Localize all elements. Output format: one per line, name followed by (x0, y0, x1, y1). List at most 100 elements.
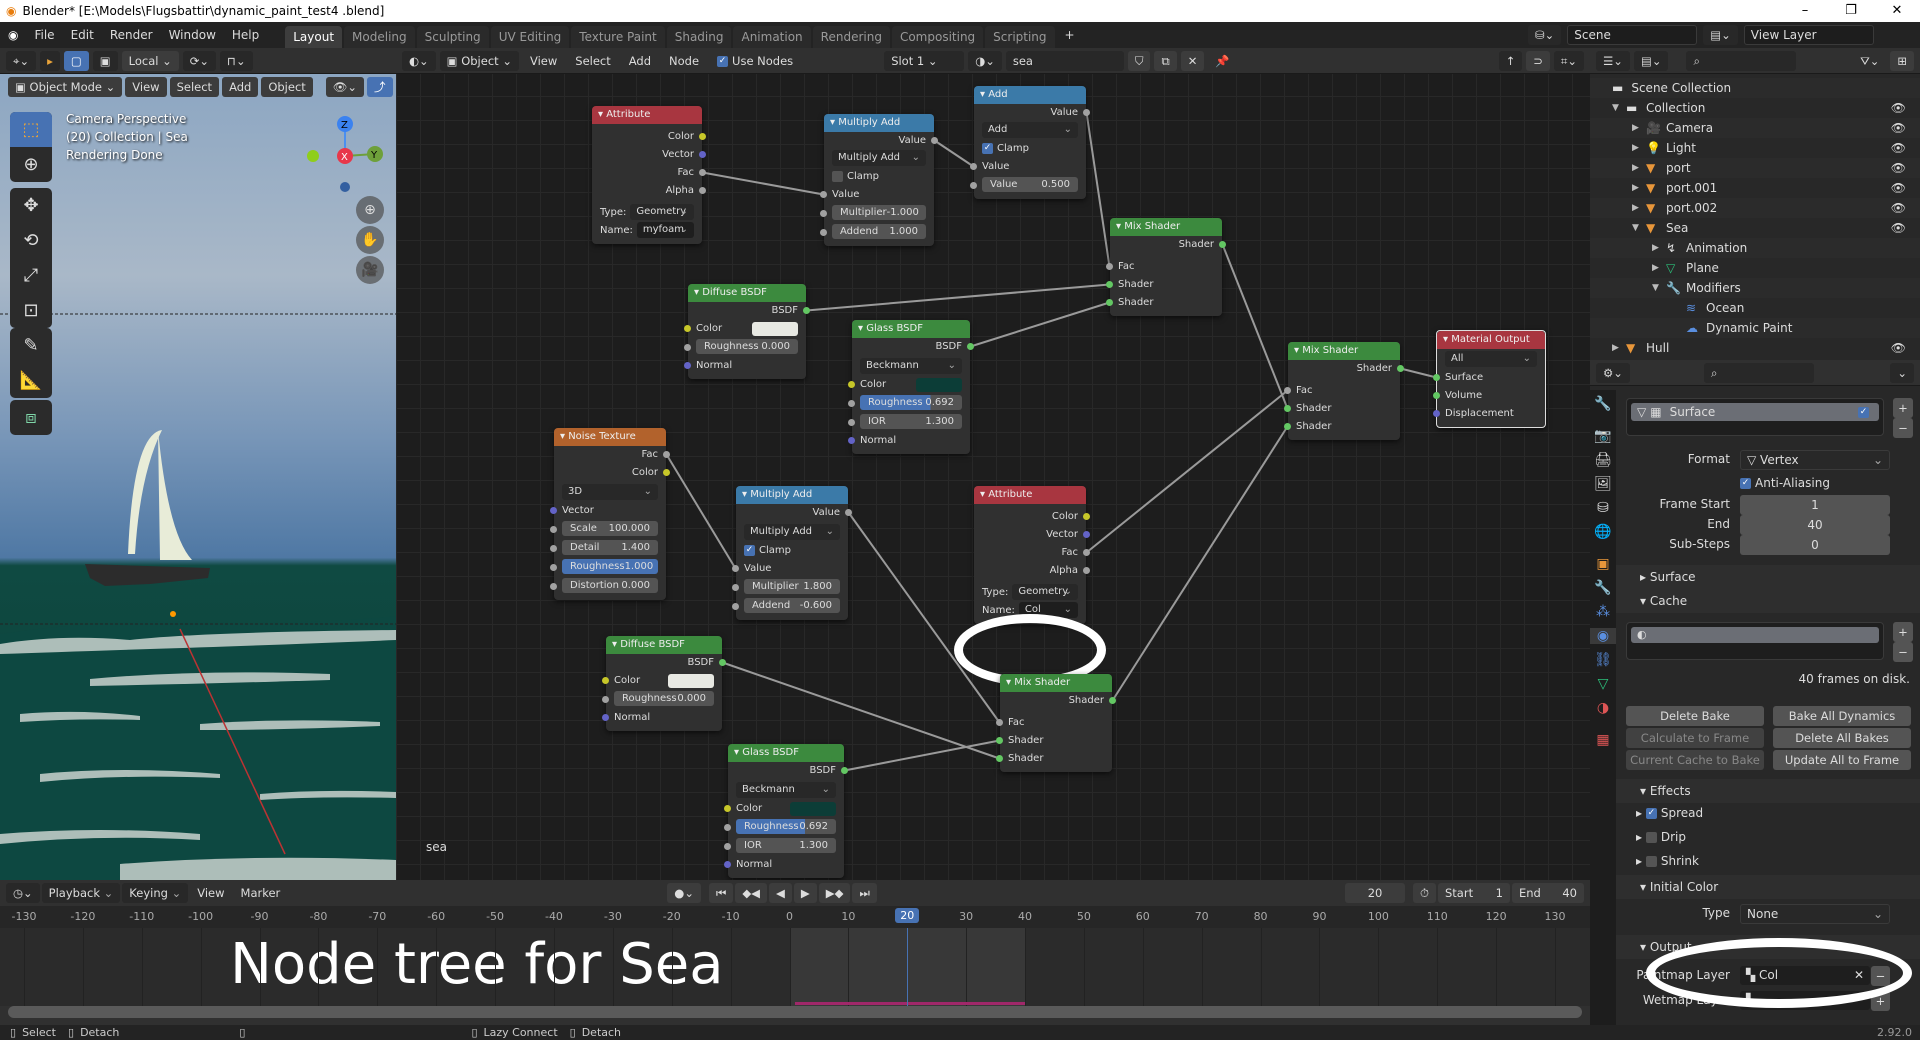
roughness-slider[interactable]: Roughness 1.000 (562, 559, 658, 574)
outliner-item-port-001[interactable]: ▶ ▼ port.001 👁 (1590, 178, 1920, 198)
node-title[interactable]: ▾ Noise Texture (554, 428, 666, 446)
select-tool-icon[interactable]: ▸ (40, 50, 60, 71)
delete-bake-button[interactable]: Delete Bake (1626, 706, 1764, 726)
add-workspace-button[interactable]: + (1057, 22, 1083, 48)
name-field[interactable]: myfoam (636, 222, 694, 238)
initial-color-section-header[interactable]: ▾ Initial Color (1616, 875, 1920, 899)
roughness-field[interactable]: Roughness 0.000 (614, 691, 714, 706)
material-name-field[interactable]: sea (1005, 50, 1124, 71)
clamp-checkbox[interactable]: ✓ Clamp (974, 140, 1086, 158)
outliner-item-port[interactable]: ▶ ▼ port 👁 (1590, 158, 1920, 178)
material-browse-icon[interactable]: ◑⌄ (968, 50, 1002, 71)
diffuse-bsdf-node-1[interactable]: ▾ Diffuse BSDF BSDF Color Roughness 0.000… (684, 284, 810, 379)
node-title[interactable]: ▾ Diffuse BSDF (606, 636, 722, 654)
material-output-node[interactable]: ▾ Material Output All Surface Volume Dis… (1433, 330, 1546, 428)
data-tab-icon[interactable]: ▽ (1598, 676, 1609, 692)
visibility-eye-icon[interactable]: 👁 (1891, 138, 1906, 158)
outliner-editor-type-icon[interactable]: ☰⌄ (1596, 50, 1630, 71)
object-tab-icon[interactable]: ▣ (1596, 556, 1609, 572)
blender-menu-icon[interactable]: ◉ (0, 22, 26, 48)
color-swatch[interactable] (790, 802, 836, 816)
collapse-arrow-icon[interactable]: ▼ (1632, 218, 1646, 238)
collapse-arrow-icon[interactable]: ▼ (1652, 278, 1666, 298)
expand-arrow-icon[interactable]: ▶ (1632, 198, 1646, 218)
node-title[interactable]: ▾ Mix Shader (1288, 342, 1400, 360)
move-tool-icon[interactable]: ✥ (10, 188, 52, 223)
node-link-mix1-to-mix2[interactable] (1221, 244, 1289, 409)
node-menu-node[interactable]: Node (662, 51, 706, 71)
playhead-label[interactable]: 20 (895, 908, 920, 923)
node-editor-type-icon[interactable]: ◐⌄ (402, 50, 436, 71)
visibility-eye-icon[interactable]: 👁 (1891, 338, 1906, 358)
socket[interactable] (820, 191, 827, 198)
outliner-item-ocean[interactable]: ≋ Ocean (1590, 298, 1920, 318)
menu-window[interactable]: Window (161, 22, 224, 48)
tab-compositing[interactable]: Compositing (891, 26, 984, 48)
node-link-mix2-to-output[interactable] (1400, 367, 1437, 379)
multiply-add-node-1[interactable]: ▾ Multiply Add Value Multiply Add Clamp … (820, 114, 938, 246)
socket[interactable] (803, 307, 810, 314)
visibility-eye-icon[interactable]: 👁 (1891, 158, 1906, 178)
cursor-tool-icon[interactable]: ⊕ (10, 147, 52, 182)
particles-tab-icon[interactable]: ⁂ (1596, 604, 1610, 620)
outliner-item-plane[interactable]: ▶ ▽ Plane (1590, 258, 1920, 278)
expand-arrow-icon[interactable]: ▶ (1632, 158, 1646, 178)
node-link-glass1-to-mix1[interactable] (970, 301, 1110, 348)
socket[interactable] (699, 133, 706, 140)
transform-tool-icon[interactable]: ⊡ (10, 293, 52, 328)
view-layer-selector-icon[interactable]: ▤⌄ (1703, 25, 1738, 45)
node-menu-add[interactable]: Add (622, 51, 658, 71)
ior-field[interactable]: IOR 1.300 (736, 838, 836, 853)
socket[interactable] (732, 603, 739, 610)
addend-field[interactable]: Addend 1.000 (832, 224, 926, 239)
clamp-checkbox[interactable]: ✓ Clamp (736, 542, 848, 560)
scene-selector-icon[interactable]: ⛁⌄ (1528, 25, 1562, 45)
socket[interactable] (1284, 423, 1291, 430)
operation-dropdown[interactable]: Multiply Add (832, 150, 926, 166)
outliner-item-animation[interactable]: ▶ ↯ Animation (1590, 238, 1920, 258)
bake-all-dynamics-button[interactable]: Bake All Dynamics (1773, 706, 1911, 726)
mix-shader-node-2[interactable]: ▾ Mix Shader Shader Fac Shader Shader (1284, 342, 1404, 440)
socket[interactable] (684, 344, 691, 351)
multiply-add-node-2[interactable]: ▾ Multiply Add Value Multiply Add ✓ Clamp… (732, 486, 852, 620)
tab-modeling[interactable]: Modeling (344, 26, 415, 48)
attribute-node-col[interactable]: ▾ Attribute Color Vector Fac Alpha Type:… (974, 486, 1090, 624)
socket[interactable] (1106, 263, 1113, 270)
socket[interactable] (1109, 697, 1116, 704)
addend-field[interactable]: Addend -0.600 (744, 598, 840, 613)
tab-animation[interactable]: Animation (733, 26, 811, 48)
socket[interactable] (663, 469, 670, 476)
socket[interactable] (848, 381, 855, 388)
timeline-ruler[interactable]: -130 -120 -110 -100 -90 -80 -70 -60 -50 -40 -30 -20… (0, 906, 1590, 928)
node-menu-select[interactable]: Select (568, 51, 617, 71)
socket[interactable] (550, 583, 557, 590)
socket[interactable] (996, 719, 1003, 726)
socket[interactable] (724, 824, 731, 831)
socket[interactable] (550, 526, 557, 533)
noise-texture-node[interactable]: ▾ Noise Texture Fac Color 3D Vector Scal… (550, 428, 670, 600)
outliner-search-input[interactable]: ⌕ (1686, 50, 1797, 71)
operation-dropdown[interactable]: Multiply Add (744, 524, 840, 540)
add-surface-button[interactable]: + (1893, 398, 1913, 418)
tab-sculpting[interactable]: Sculpting (416, 26, 489, 48)
socket[interactable] (1284, 387, 1291, 394)
socket[interactable] (1083, 549, 1090, 556)
select-mode-new-icon[interactable]: ▢ (63, 50, 89, 71)
start-frame-field[interactable]: Start 1 (1438, 883, 1510, 903)
color-swatch[interactable] (752, 322, 798, 336)
node-link-muladd1-to-add[interactable] (933, 139, 975, 168)
socket[interactable] (602, 677, 609, 684)
node-title[interactable]: ▾ Diffuse BSDF (688, 284, 806, 302)
filter-icon[interactable]: ⛛⌄ (1853, 51, 1886, 71)
node-editor-canvas[interactable]: sea ▾ Attribute Color Vector Fac Alpha T… (396, 48, 1590, 880)
socket[interactable] (1433, 392, 1440, 399)
socket[interactable] (1106, 299, 1113, 306)
playback-menu[interactable]: Playback (41, 883, 121, 903)
socket[interactable] (1219, 241, 1226, 248)
scale-field[interactable]: Scale 100.000 (562, 521, 658, 536)
expand-arrow-icon[interactable]: ▶ (1632, 118, 1646, 138)
surface-enabled-checkbox[interactable]: ✓ (1858, 406, 1869, 418)
parent-node-tree-icon[interactable]: ↑ (1498, 50, 1523, 71)
socket[interactable] (1433, 410, 1440, 417)
physics-tab-icon[interactable]: ◉ (1590, 628, 1616, 644)
